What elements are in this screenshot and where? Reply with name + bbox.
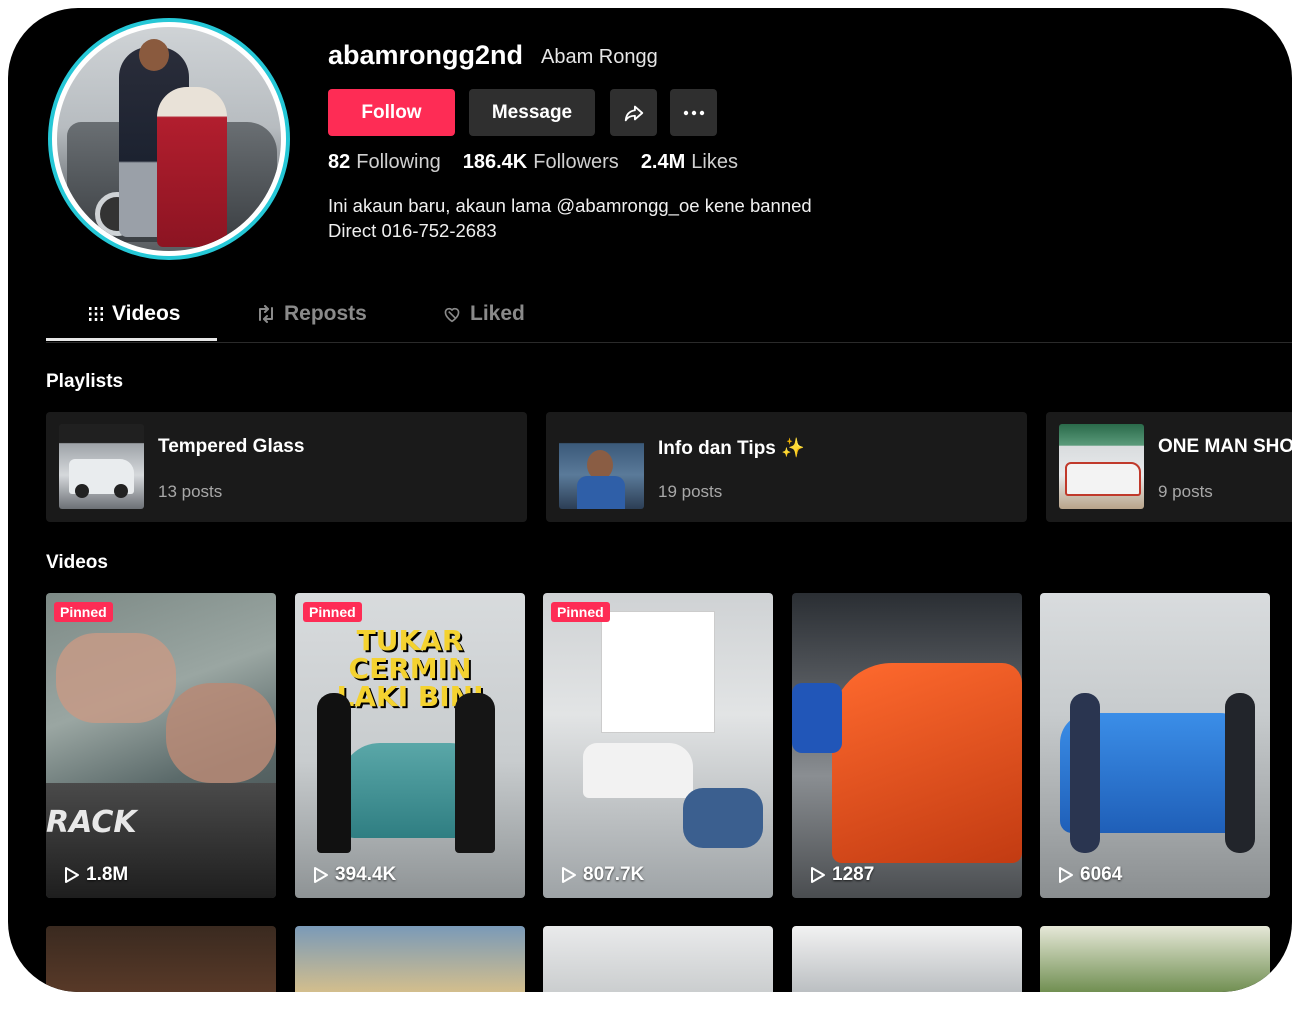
bio-line: Ini akaun baru, akaun lama @abamrongg_oe… [328, 195, 812, 216]
playlist-thumbnail [59, 424, 144, 509]
message-button[interactable]: Message [469, 89, 595, 136]
play-icon [562, 867, 576, 883]
follow-button[interactable]: Follow [328, 89, 455, 136]
profile-page: abamrongg2nd Abam Rongg Follow Message 8… [8, 8, 1292, 992]
video-card[interactable]: RACK Pinned 1.8M [46, 593, 276, 898]
playlist-thumbnail [559, 424, 644, 509]
video-card[interactable]: 6064 [1040, 593, 1270, 898]
view-count-value: 394.4K [335, 864, 397, 885]
more-options-button[interactable] [670, 89, 717, 136]
avatar-photo [57, 27, 281, 251]
video-card[interactable] [1040, 926, 1270, 992]
likes-count: 2.4M [640, 151, 686, 173]
heart-icon [444, 307, 460, 323]
username: abamrongg2nd [328, 40, 524, 70]
video-card[interactable]: Pinned 807.7K [543, 593, 773, 898]
playlist-post-count: 9 posts [1158, 482, 1213, 501]
followers-label: Followers [533, 151, 619, 173]
view-count: 1287 [810, 864, 874, 886]
view-count-value: 1287 [832, 864, 875, 885]
tab-liked[interactable]: Liked [442, 302, 525, 326]
avatar[interactable] [48, 18, 290, 260]
overlay-line: TUKAR CERMIN [348, 624, 472, 685]
following-label: Following [356, 151, 441, 173]
video-overlay-text: RACK [46, 805, 137, 840]
playlist-title: Info dan Tips ✨ [658, 438, 805, 459]
video-card[interactable] [543, 926, 773, 992]
play-icon [65, 867, 79, 883]
video-card[interactable] [792, 926, 1022, 992]
playlist-post-count: 13 posts [158, 482, 223, 501]
playlist-post-count: 19 posts [658, 482, 723, 501]
pinned-badge: Pinned [54, 602, 113, 622]
view-count: 1.8M [64, 864, 128, 886]
bio: Ini akaun baru, akaun lama @abamrongg_oe… [328, 193, 812, 243]
play-icon [314, 867, 328, 883]
playlist-card[interactable]: Info dan Tips ✨ 19 posts [546, 412, 1027, 522]
video-card[interactable]: TUKAR CERMIN LAKI BINI Pinned 394.4K [295, 593, 525, 898]
repost-icon [259, 305, 273, 323]
following-stat[interactable]: 82 Following [328, 151, 441, 174]
pinned-badge: Pinned [303, 602, 362, 622]
likes-stat: 2.4M Likes [641, 151, 738, 174]
playlist-thumbnail [1059, 424, 1144, 509]
playlist-card[interactable]: ONE MAN SHO 9 posts [1046, 412, 1292, 522]
bio-line: Direct 016-752-2683 [328, 220, 497, 241]
view-count-value: 1.8M [86, 864, 129, 885]
view-count: 6064 [1058, 864, 1122, 886]
active-tab-indicator [46, 338, 217, 341]
play-icon [1059, 867, 1073, 883]
video-card[interactable]: 1287 [792, 593, 1022, 898]
followers-stat[interactable]: 186.4K Followers [463, 151, 619, 174]
playlist-card[interactable]: Tempered Glass 13 posts [46, 412, 527, 522]
playlists-heading: Playlists [46, 371, 124, 392]
video-card[interactable] [295, 926, 525, 992]
view-count-value: 6064 [1080, 864, 1123, 885]
video-card[interactable] [46, 926, 276, 992]
playlist-title: ONE MAN SHO [1158, 436, 1292, 457]
following-count: 82 [328, 151, 351, 173]
share-icon [624, 105, 643, 121]
tab-label: Videos [112, 302, 181, 325]
videos-heading: Videos [46, 552, 108, 573]
view-count: 807.7K [561, 864, 644, 886]
profile-tabs: Videos Reposts Liked [46, 290, 1292, 343]
tab-videos[interactable]: Videos [88, 302, 180, 326]
tab-label: Reposts [284, 302, 367, 325]
view-count: 394.4K [313, 864, 396, 886]
play-icon [811, 867, 825, 883]
profile-stats: 82 Following 186.4K Followers 2.4M Likes [328, 151, 738, 174]
tab-label: Liked [470, 302, 525, 325]
playlist-title: Tempered Glass [158, 436, 305, 457]
pinned-badge: Pinned [551, 602, 610, 622]
likes-label: Likes [691, 151, 738, 173]
tab-reposts[interactable]: Reposts [256, 302, 367, 326]
grid-icon [89, 307, 103, 321]
nickname: Abam Rongg [541, 46, 658, 68]
more-icon [683, 110, 704, 115]
share-button[interactable] [610, 89, 657, 136]
view-count-value: 807.7K [583, 864, 645, 885]
followers-count: 186.4K [462, 151, 528, 173]
